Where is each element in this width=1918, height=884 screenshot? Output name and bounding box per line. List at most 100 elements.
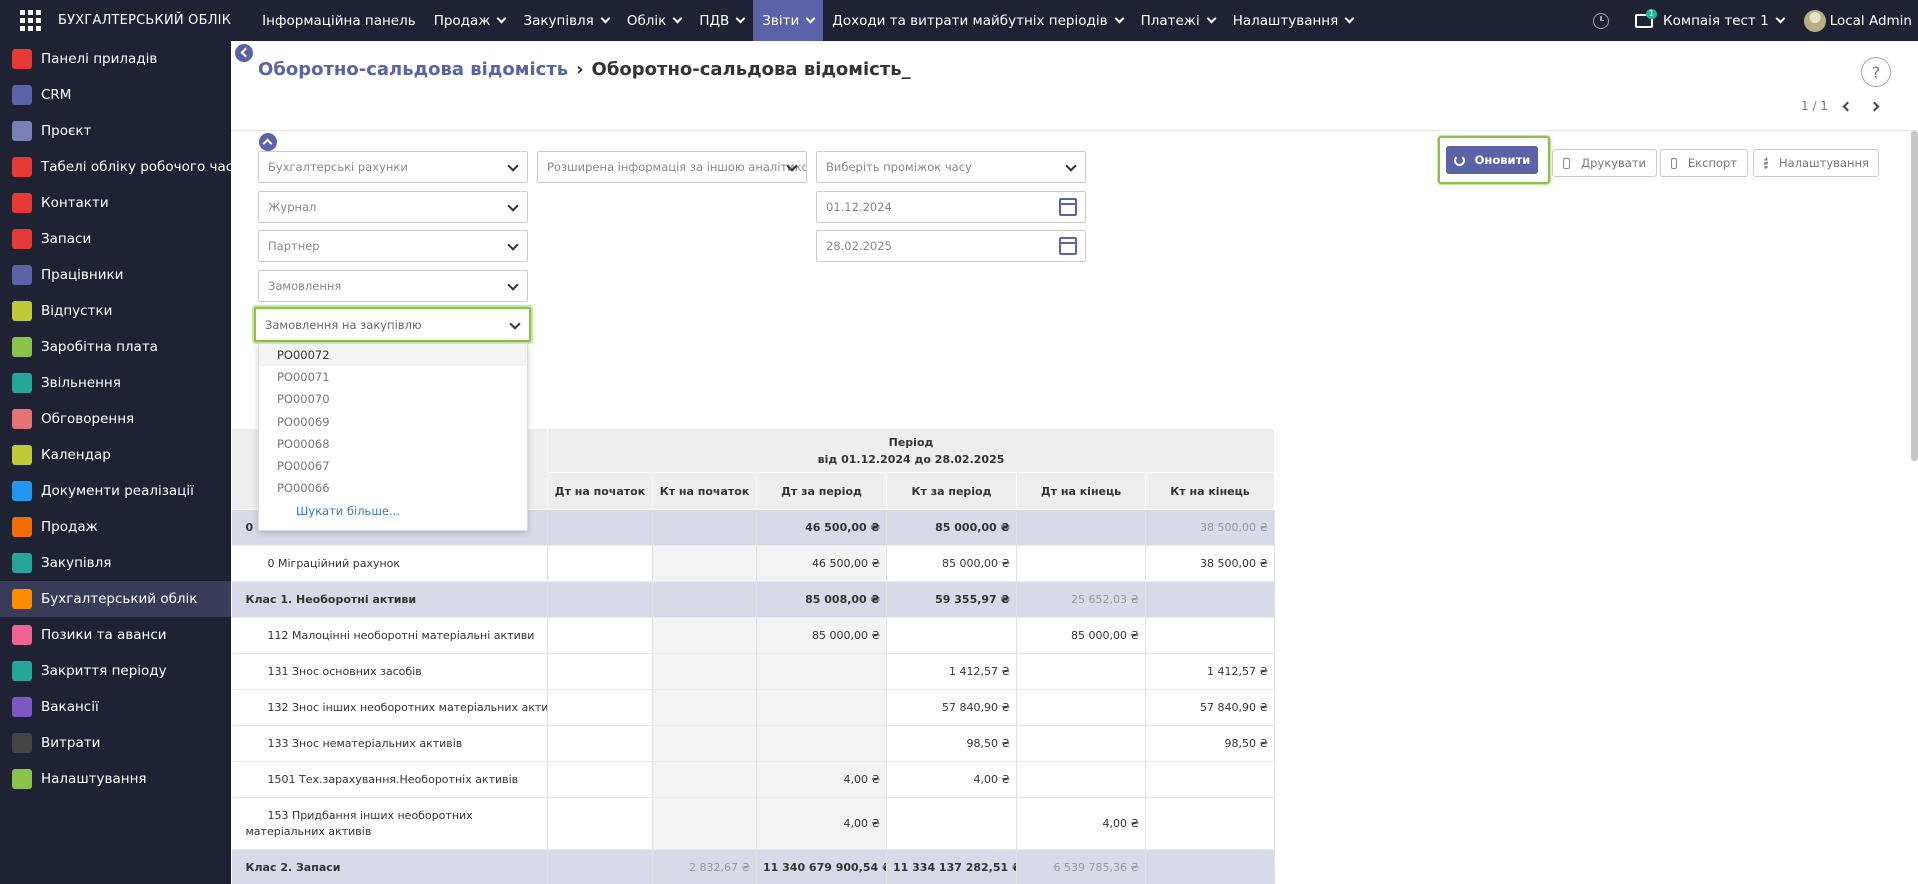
- top-menu-item[interactable]: Закупівля: [514, 0, 617, 41]
- chevron-down-icon: [672, 13, 683, 24]
- table-row[interactable]: 133 Знос нематеріальних активів 98,50 ₴ 98…: [231, 725, 1276, 762]
- sidebar-item[interactable]: Вакансії: [0, 689, 231, 725]
- breadcrumb-parent[interactable]: Оборотно-сальдова відомість: [258, 59, 568, 80]
- sidebar-item[interactable]: Бухгалтерський облік: [0, 581, 231, 617]
- order-filter[interactable]: Замовлення: [258, 270, 528, 302]
- user-name[interactable]: Local Admin: [1830, 13, 1912, 29]
- top-menu-item[interactable]: ПДВ: [690, 0, 753, 41]
- purchase-order-filter[interactable]: Замовлення на закупівлю: [254, 307, 531, 342]
- dropdown-option[interactable]: PO00072: [259, 344, 527, 367]
- top-menu: Інформаційна панель Продаж Закупівля Облік П…: [253, 0, 1362, 41]
- top-menu-item[interactable]: Облік: [618, 0, 691, 41]
- top-menu-item[interactable]: Налаштування: [1224, 0, 1363, 41]
- app-menu-icon[interactable]: [18, 9, 42, 33]
- sidebar-item-label: Табелі обліку робочого часу: [41, 159, 242, 175]
- dropdown-option[interactable]: PO00070: [259, 388, 527, 410]
- clock-icon[interactable]: [1593, 12, 1610, 29]
- sidebar-item[interactable]: Позики та аванси: [0, 617, 231, 653]
- dropdown-option[interactable]: PO00067: [259, 455, 527, 477]
- partner-filter[interactable]: Партнер: [258, 230, 528, 262]
- accounts-filter[interactable]: Бухгалтерські рахунки: [258, 151, 528, 183]
- amount-cell: [652, 653, 757, 690]
- help-button[interactable]: ?: [1861, 57, 1891, 87]
- column-header[interactable]: Дт на кінець: [1016, 472, 1146, 510]
- print-button[interactable]: Друкувати: [1552, 149, 1657, 177]
- sidebar-item[interactable]: Звільнення: [0, 365, 231, 401]
- dropdown-option[interactable]: PO00071: [259, 366, 527, 388]
- period-filter[interactable]: Виберіть проміжок часу: [816, 151, 1086, 183]
- vertical-scrollbar[interactable]: [1911, 131, 1918, 461]
- top-menu-item[interactable]: Звіти: [753, 0, 824, 41]
- column-header[interactable]: Дт за період: [756, 472, 887, 510]
- chevron-down-icon: [805, 13, 816, 24]
- sidebar-item[interactable]: Витрати: [0, 725, 231, 761]
- sidebar-item[interactable]: Обговорення: [0, 401, 231, 437]
- analytics-filter[interactable]: Розширена інформація за іншою аналітикою: [537, 151, 807, 183]
- top-menu-item[interactable]: Продаж: [425, 0, 515, 41]
- sidebar-item[interactable]: CRM: [0, 77, 231, 113]
- date-to-field[interactable]: 28.02.2025: [816, 230, 1086, 262]
- column-header[interactable]: Дт на початок: [547, 472, 653, 510]
- export-button[interactable]: Експорт: [1660, 149, 1748, 177]
- top-menu-item[interactable]: Доходи та витрати майбутніх періодів: [823, 0, 1131, 41]
- pager-next-icon[interactable]: [1869, 101, 1880, 111]
- top-menu-item[interactable]: Платежі: [1132, 0, 1224, 41]
- purchase-order-filter-input[interactable]: Замовлення на закупівлю: [265, 318, 422, 332]
- sidebar-item[interactable]: Налаштування: [0, 761, 231, 797]
- chat-icon[interactable]: 1: [1635, 8, 1658, 28]
- sidebar-item[interactable]: Заробітна плата: [0, 329, 231, 365]
- sidebar-item[interactable]: Закриття періоду: [0, 653, 231, 689]
- amount-cell: 11 340 679 900,54 ₴: [756, 849, 887, 884]
- table-row[interactable]: 0 Міграційний рахунок 46 500,00 ₴ 85 000,0…: [231, 545, 1276, 582]
- collapse-filters-icon[interactable]: [259, 133, 277, 151]
- chat-badge: 1: [1646, 8, 1658, 19]
- company-switcher[interactable]: Компаія тест 1: [1663, 13, 1786, 29]
- sidebar-item-label: Працівники: [41, 267, 124, 283]
- sidebar-item[interactable]: Запаси: [0, 221, 231, 257]
- amount-cell: 2 832,67 ₴: [652, 849, 757, 884]
- sidebar-item[interactable]: Відпустки: [0, 293, 231, 329]
- calendar-icon[interactable]: [1059, 198, 1077, 216]
- sidebar-item[interactable]: Контакти: [0, 185, 231, 221]
- date-from-field[interactable]: 01.12.2024: [816, 191, 1086, 223]
- table-row[interactable]: 112 Малоцінні необоротні матеріальні акт…: [231, 617, 1276, 654]
- table-row[interactable]: 132 Знос інших необоротних матеріальних …: [231, 689, 1276, 726]
- top-menu-item[interactable]: Інформаційна панель: [253, 0, 425, 41]
- sidebar-item[interactable]: Закупівля: [0, 545, 231, 581]
- calendar-icon[interactable]: [1059, 237, 1077, 255]
- amount-cell: [652, 761, 757, 798]
- sidebar-item[interactable]: Документи реалізації: [0, 473, 231, 509]
- search-more-link[interactable]: Шукати більше...: [259, 499, 527, 523]
- column-header[interactable]: Кт за період: [886, 472, 1017, 510]
- settings-button[interactable]: Налаштування: [1753, 149, 1879, 177]
- sidebar-item[interactable]: Продаж: [0, 509, 231, 545]
- amount-cell: 25 652,03 ₴: [1016, 581, 1146, 618]
- pager-previous-icon[interactable]: [1842, 101, 1853, 111]
- sidebar-item[interactable]: Проєкт: [0, 113, 231, 149]
- dropdown-option[interactable]: PO00068: [259, 433, 527, 455]
- sidebar-item[interactable]: Календар: [0, 437, 231, 473]
- table-row[interactable]: 131 Знос основних засобів 1 412,57 ₴ 1 412…: [231, 653, 1276, 690]
- sidebar-item[interactable]: Табелі обліку робочого часу: [0, 149, 241, 185]
- amount-cell: 1 412,57 ₴: [886, 653, 1017, 690]
- column-header[interactable]: Кт на початок: [652, 472, 757, 510]
- app-title[interactable]: БУХГАЛТЕРСЬКИЙ ОБЛІК: [58, 13, 231, 28]
- amount-cell: 4,00 ₴: [756, 797, 887, 850]
- breadcrumb-current: Оборотно-сальдова відомість_: [591, 59, 911, 80]
- back-arrow-icon[interactable]: [235, 44, 253, 62]
- table-row[interactable]: 153 Придбання інших необоротних матеріал…: [231, 797, 1276, 850]
- group-row[interactable]: Клас 1. Необоротні активи 85 008,00 ₴ 59 3…: [231, 581, 1276, 618]
- journal-filter[interactable]: Журнал: [258, 191, 528, 223]
- table-row[interactable]: 1501 Тех.зарахування.Необоротніх активів…: [231, 761, 1276, 798]
- sidebar-item[interactable]: Працівники: [0, 257, 231, 293]
- dropdown-option[interactable]: PO00069: [259, 411, 527, 433]
- avatar[interactable]: [1803, 9, 1826, 32]
- pager-value[interactable]: 1 / 1: [1801, 99, 1828, 113]
- column-header[interactable]: Кт на кінець: [1144, 472, 1276, 510]
- group-row[interactable]: Клас 2. Запаси 2 832,67 ₴ 11 340 679 900,5…: [231, 849, 1276, 884]
- dropdown-option[interactable]: PO00066: [259, 477, 527, 499]
- sidebar-item[interactable]: Панелі приладів: [0, 41, 231, 77]
- dismissal-icon: [12, 373, 32, 393]
- update-button[interactable]: Оновити: [1446, 146, 1538, 174]
- period-range-label: від 01.12.2024 до 28.02.2025: [817, 452, 1005, 466]
